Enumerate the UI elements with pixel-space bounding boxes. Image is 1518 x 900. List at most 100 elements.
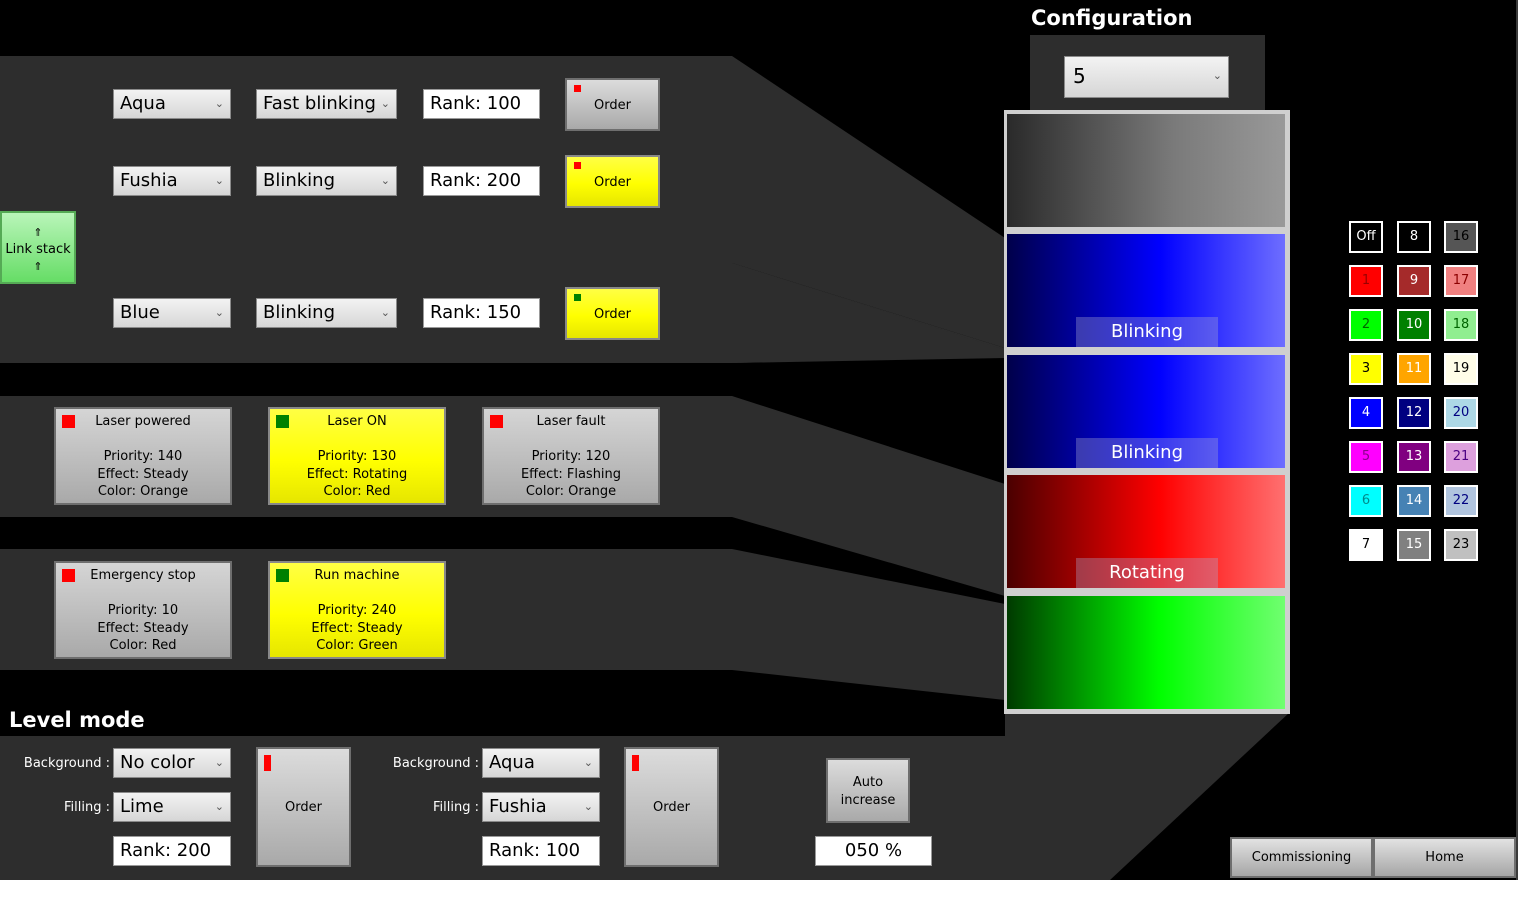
left-rank-field[interactable]: Rank: 200 — [113, 836, 231, 866]
card-title: Laser fault — [536, 414, 606, 429]
card-color: Color: Red — [109, 638, 177, 653]
right-filling-value: Fushia — [489, 796, 547, 817]
right-background-label: Background : — [392, 756, 479, 771]
stack-segment-4[interactable]: Rotating — [1007, 475, 1285, 588]
palette-swatch[interactable]: 21 — [1444, 441, 1478, 473]
row1-effect-select[interactable]: Fast blinking ⌄ — [256, 89, 397, 119]
row2-effect-value: Blinking — [263, 170, 336, 191]
right-background-value: Aqua — [489, 752, 535, 773]
left-background-select[interactable]: No color ⌄ — [113, 748, 231, 778]
palette-swatch[interactable]: 14 — [1397, 485, 1431, 517]
row3-effect-select[interactable]: Blinking ⌄ — [256, 298, 397, 328]
palette-swatch[interactable]: 7 — [1349, 529, 1383, 561]
card-effect: Effect: Steady — [97, 467, 189, 482]
palette-swatch[interactable]: 3 — [1349, 353, 1383, 385]
chevron-down-icon: ⌄ — [214, 97, 224, 110]
row2-color-select[interactable]: Fushia ⌄ — [113, 166, 231, 196]
stack-segment-2[interactable]: Blinking — [1007, 234, 1285, 347]
palette-swatch[interactable]: 1 — [1349, 265, 1383, 297]
card-priority: Priority: 240 — [317, 603, 397, 618]
palette-swatch[interactable]: 18 — [1444, 309, 1478, 341]
left-filling-value: Lime — [120, 796, 164, 817]
row1-color-select[interactable]: Aqua ⌄ — [113, 89, 231, 119]
row3-order-button[interactable]: Order — [565, 287, 660, 340]
row1-color-value: Aqua — [120, 93, 166, 114]
palette-swatch[interactable]: 22 — [1444, 485, 1478, 517]
right-level-order-label: Order — [653, 800, 690, 815]
palette-swatch[interactable]: 9 — [1397, 265, 1431, 297]
chevron-down-icon: ⌄ — [214, 800, 224, 813]
palette-swatch[interactable]: 13 — [1397, 441, 1431, 473]
row3-order-label: Order — [594, 307, 631, 322]
auto-increase-label-2: increase — [840, 793, 896, 808]
row3-color-value: Blue — [120, 302, 160, 323]
palette-swatch[interactable]: 16 — [1444, 221, 1478, 253]
chevron-down-icon: ⌄ — [214, 306, 224, 319]
palette-swatch[interactable]: 11 — [1397, 353, 1431, 385]
arrow-up-icon: ⇑ — [33, 260, 43, 273]
row1-rank-field[interactable]: Rank: 100 — [423, 89, 540, 119]
palette-swatch[interactable]: 6 — [1349, 485, 1383, 517]
palette-swatch[interactable]: 2 — [1349, 309, 1383, 341]
left-level-order-button[interactable]: Order — [256, 747, 351, 867]
card-title: Emergency stop — [90, 568, 196, 583]
row3-rank-field[interactable]: Rank: 150 — [423, 298, 540, 328]
stack-segment-5[interactable] — [1007, 596, 1285, 709]
card-laser-on[interactable]: Laser ON Priority: 130 Effect: Rotating … — [268, 407, 446, 505]
palette-swatch[interactable]: 19 — [1444, 353, 1478, 385]
card-title: Run machine — [314, 568, 400, 583]
right-rank-field[interactable]: Rank: 100 — [482, 836, 600, 866]
palette-swatch[interactable]: 17 — [1444, 265, 1478, 297]
palette-swatch[interactable]: 8 — [1397, 221, 1431, 253]
left-filling-select[interactable]: Lime ⌄ — [113, 792, 231, 822]
palette-swatch[interactable]: 15 — [1397, 529, 1431, 561]
row2-order-button[interactable]: Order — [565, 155, 660, 208]
row3-color-select[interactable]: Blue ⌄ — [113, 298, 231, 328]
app-window: Configuration 5 ⌄ Aqua ⌄ Fast blinking ⌄ R… — [0, 0, 1518, 880]
palette-swatch[interactable]: 4 — [1349, 397, 1383, 429]
stack-segment-label: Blinking — [1076, 317, 1218, 347]
card-laser-powered[interactable]: Laser powered Priority: 140 Effect: Stea… — [54, 407, 232, 505]
card-color: Color: Orange — [97, 484, 189, 499]
card-priority: Priority: 10 — [107, 603, 179, 618]
chevron-down-icon: ⌄ — [380, 174, 390, 187]
right-filling-label: Filling : — [433, 800, 479, 815]
row2-effect-select[interactable]: Blinking ⌄ — [256, 166, 397, 196]
chevron-down-icon: ⌄ — [214, 174, 224, 187]
row2-rank-field[interactable]: Rank: 200 — [423, 166, 540, 196]
commissioning-button[interactable]: Commissioning — [1230, 837, 1373, 878]
config-count-select[interactable]: 5 ⌄ — [1064, 56, 1229, 98]
right-background-select[interactable]: Aqua ⌄ — [482, 748, 600, 778]
arrow-up-icon: ⇑ — [33, 226, 43, 239]
card-title: Laser powered — [95, 414, 191, 429]
row3-effect-value: Blinking — [263, 302, 336, 323]
right-level-order-button[interactable]: Order — [624, 747, 719, 867]
row1-order-button[interactable]: Order — [565, 78, 660, 131]
stack-segment-1[interactable] — [1007, 114, 1285, 227]
home-button[interactable]: Home — [1373, 837, 1516, 878]
link-stack-button[interactable]: ⇑ Link stack ⇑ — [0, 211, 76, 284]
palette-swatch[interactable]: 20 — [1444, 397, 1478, 429]
right-filling-select[interactable]: Fushia ⌄ — [482, 792, 600, 822]
level-mode-title: Level mode — [9, 708, 145, 732]
card-effect: Effect: Steady — [311, 621, 403, 636]
palette-swatch[interactable]: 12 — [1397, 397, 1431, 429]
level-percent-field[interactable]: 050 % — [815, 836, 932, 866]
palette-swatch[interactable]: 10 — [1397, 309, 1431, 341]
palette-swatch[interactable]: Off — [1349, 221, 1383, 253]
card-emergency-stop[interactable]: Emergency stop Priority: 10 Effect: Stea… — [54, 561, 232, 659]
auto-increase-button[interactable]: Auto increase — [826, 758, 910, 823]
card-priority: Priority: 130 — [317, 449, 397, 464]
config-count-value: 5 — [1073, 64, 1086, 88]
palette-swatch[interactable]: 5 — [1349, 441, 1383, 473]
stack-segment-3[interactable]: Blinking — [1007, 355, 1285, 468]
stack-segment-label: Blinking — [1076, 438, 1218, 468]
card-run-machine[interactable]: Run machine Priority: 240 Effect: Steady… — [268, 561, 446, 659]
palette-swatch[interactable]: 23 — [1444, 529, 1478, 561]
card-color: Color: Orange — [525, 484, 617, 499]
left-filling-label: Filling : — [64, 800, 110, 815]
card-laser-fault[interactable]: Laser fault Priority: 120 Effect: Flashi… — [482, 407, 660, 505]
row2-color-value: Fushia — [120, 170, 178, 191]
chevron-down-icon: ⌄ — [380, 306, 390, 319]
row2-status-led — [574, 162, 581, 169]
